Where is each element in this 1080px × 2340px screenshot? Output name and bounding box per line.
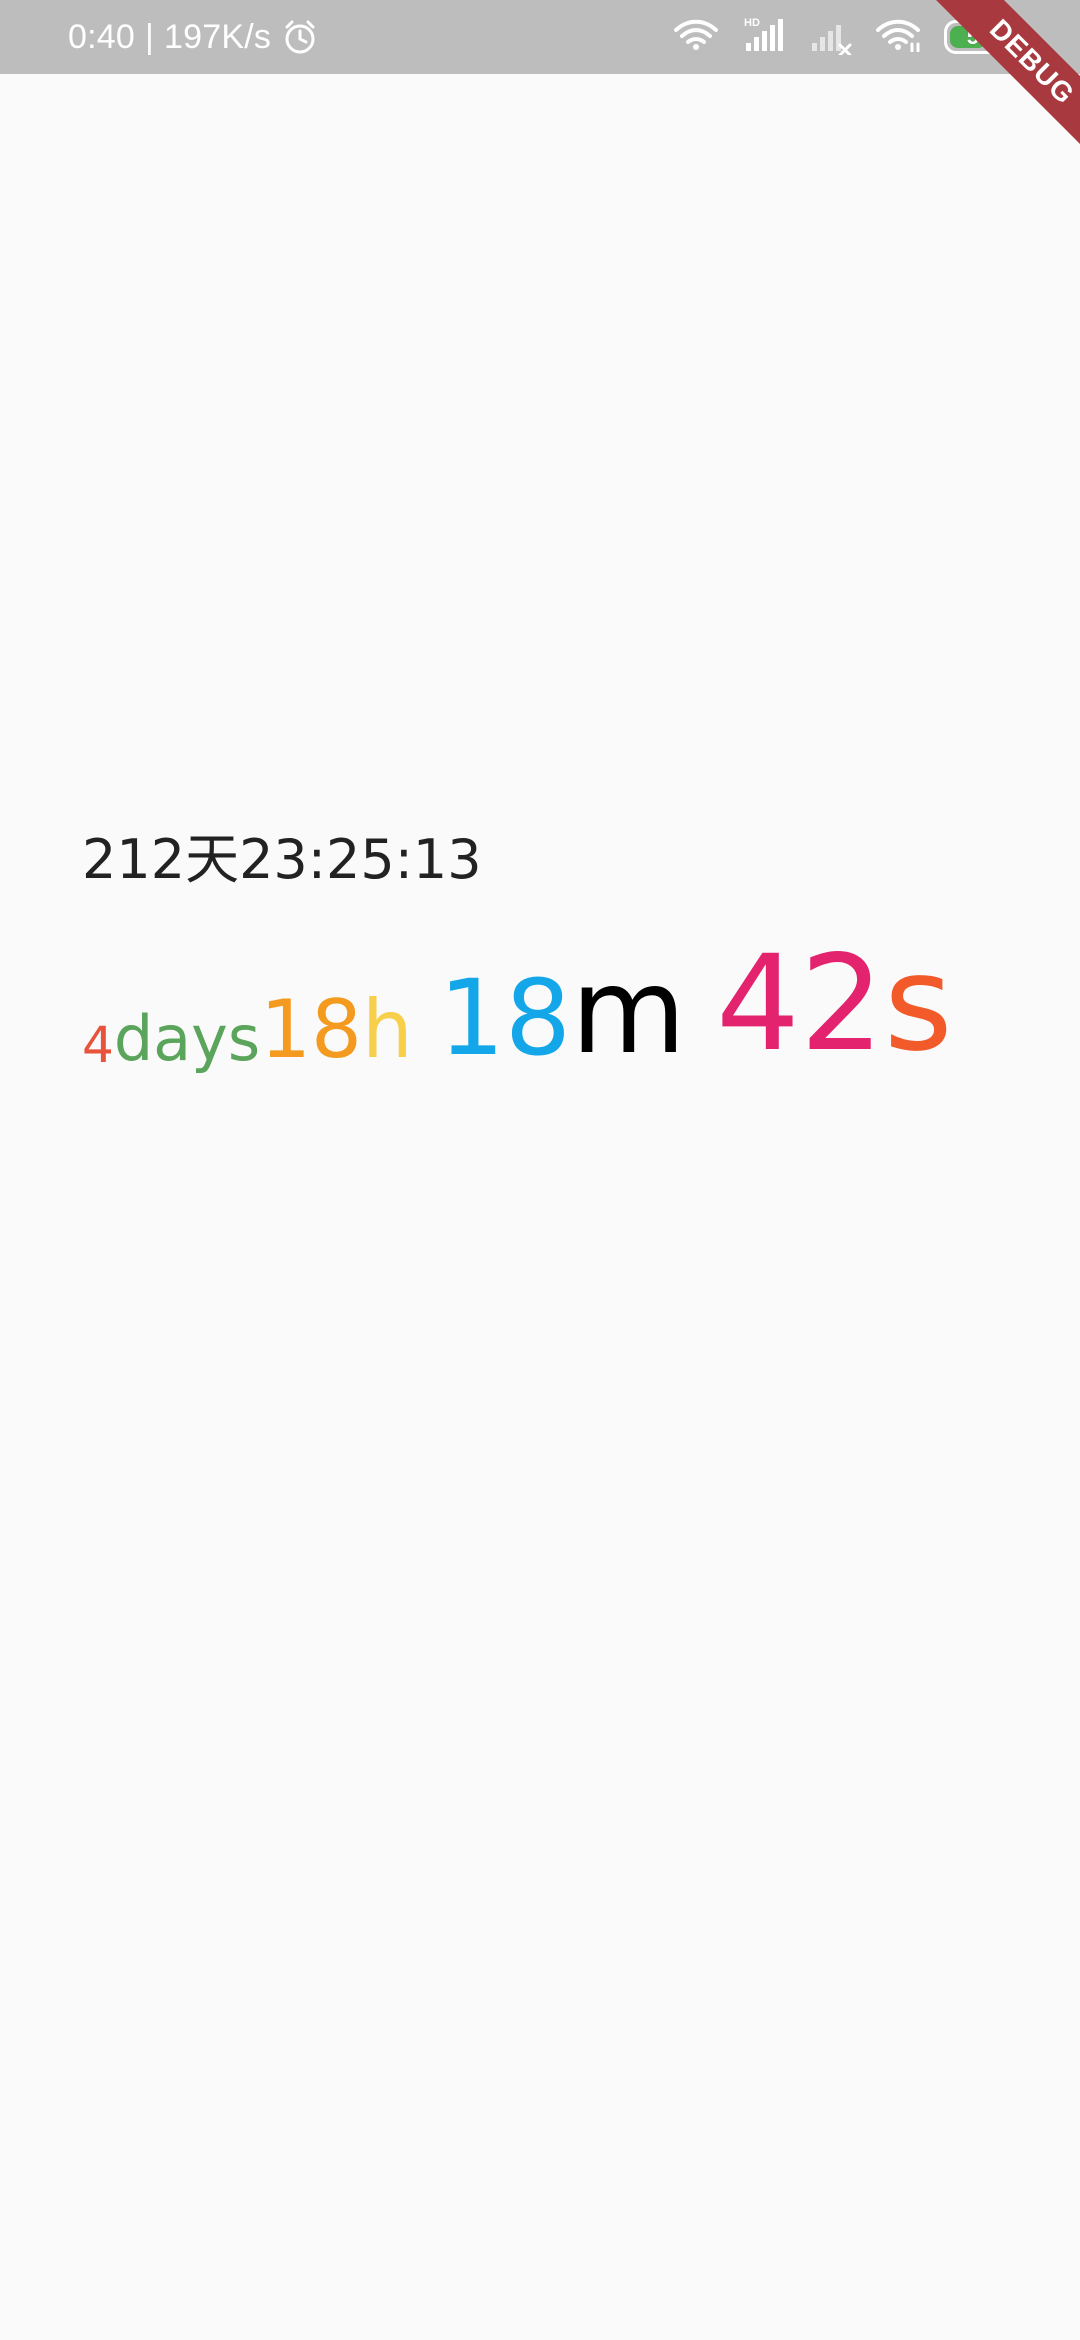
network-speed: 197K/s	[164, 17, 272, 56]
countdown-container: 212天23:25:13 4 days 18 h 18 m 42 s	[82, 820, 1022, 1071]
signal-off-icon	[808, 15, 852, 59]
status-time: 0:40	[68, 17, 135, 56]
hours-unit: h	[361, 983, 413, 1076]
status-separator: |	[144, 17, 155, 56]
wifi-hotspot-icon	[874, 18, 922, 56]
seconds-unit: s	[883, 927, 953, 1081]
battery-icon: 53	[944, 20, 1022, 54]
status-bar: 0:40 | 197K/s HD 53	[0, 0, 1080, 74]
status-right: HD 53	[672, 0, 1022, 74]
status-left: 0:40 | 197K/s	[68, 0, 319, 74]
battery-nub	[1016, 30, 1022, 44]
minutes-value: 18	[438, 957, 571, 1079]
rich-countdown: 4 days 18 h 18 m 42 s	[82, 930, 1022, 1070]
hd-signal-icon: HD	[742, 15, 786, 59]
days-value: 4	[82, 1016, 114, 1074]
minutes-unit: m	[571, 942, 686, 1080]
seconds-value: 42	[715, 927, 884, 1081]
wifi-icon	[672, 18, 720, 56]
alarm-icon	[281, 18, 319, 56]
countdown-text: 212天23:25:13	[82, 828, 482, 891]
battery-percent: 53	[966, 24, 992, 49]
days-unit: days	[113, 1002, 261, 1075]
hd-label: HD	[744, 17, 760, 29]
hours-value: 18	[260, 983, 362, 1076]
